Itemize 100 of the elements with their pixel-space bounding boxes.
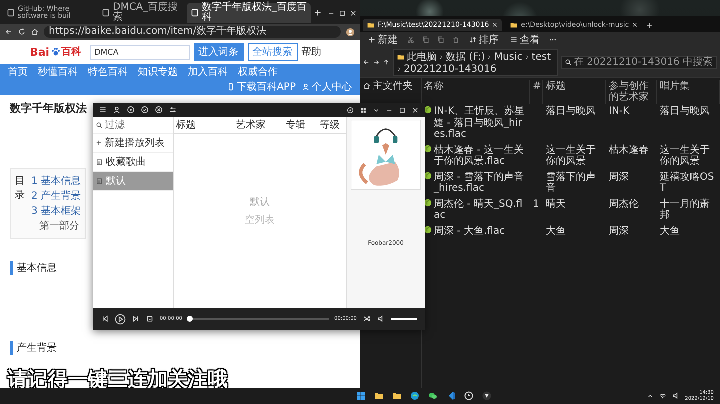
file-name[interactable]: 周深 - 雪落下的声音_hires.flac (434, 172, 528, 194)
stop-icon[interactable] (146, 315, 154, 323)
home-icon[interactable] (31, 28, 39, 36)
x-circle-icon[interactable] (155, 106, 163, 114)
table-cell-text: 枯木逢春 (608, 144, 650, 158)
search-field[interactable]: DMCA (90, 44, 190, 60)
page-icon (7, 9, 15, 17)
nav-link[interactable]: 知识专题 (138, 65, 178, 79)
close-icon[interactable] (492, 22, 498, 28)
start-icon[interactable] (356, 391, 366, 401)
toolbar-button[interactable]: 新建 (366, 33, 400, 47)
toolbar-button[interactable]: 排序 (467, 33, 501, 47)
column-header[interactable]: # (531, 80, 543, 104)
folder-icon (397, 53, 405, 61)
plus-icon[interactable] (646, 22, 654, 28)
phone-icon (227, 83, 236, 91)
chat-icon[interactable] (428, 391, 438, 401)
breadcrumb-link[interactable]: Music (494, 52, 523, 62)
column-header[interactable]: 唱片集 (658, 80, 720, 104)
contents-link[interactable]: 3 基本框架 (31, 204, 81, 218)
column-header[interactable]: 标题 (174, 117, 234, 133)
column-header[interactable]: 参与创作的艺术家 (607, 80, 657, 104)
breadcrumb-link[interactable]: 20221210-143016 (404, 64, 497, 75)
column-header[interactable]: 等级 (318, 117, 346, 133)
filter-field[interactable]: 过滤 (93, 117, 173, 134)
list-icon (96, 158, 103, 166)
nav-link[interactable]: 首页 (8, 65, 28, 79)
person-icon[interactable] (113, 106, 121, 114)
clock-icon[interactable] (464, 391, 474, 401)
disc-icon[interactable] (127, 106, 135, 114)
menu-icon[interactable] (99, 106, 107, 114)
play-icon[interactable] (115, 314, 126, 324)
browser-tab[interactable]: 数字千年版权法_百度百科 (187, 3, 311, 23)
nav-link[interactable]: 加入百科 (188, 65, 228, 79)
site-search-button[interactable]: 全站搜索 (248, 43, 298, 61)
copy-icon[interactable] (422, 36, 430, 44)
browser-icon[interactable] (410, 391, 420, 401)
table-cell-text: 大鱼 (545, 224, 567, 238)
contents-link[interactable]: 2 产生背景 (31, 189, 81, 203)
breadcrumb-link[interactable]: 数据 (F:) (446, 50, 486, 64)
shuffle-icon[interactable] (363, 315, 371, 323)
avatar-icon[interactable] (346, 28, 355, 36)
column-header[interactable]: 标题 (544, 80, 606, 104)
nav-link[interactable]: 权威合作 (238, 65, 278, 79)
contents-link[interactable]: 1 基本信息 (31, 174, 81, 188)
sliders-icon[interactable] (169, 106, 177, 114)
person-icon (302, 83, 310, 91)
trash-icon[interactable] (452, 36, 460, 44)
page-icon (191, 9, 199, 17)
contents-link[interactable]: 第一部分 (31, 219, 81, 233)
file-name[interactable]: 周深 - 大鱼.flac (434, 226, 506, 237)
address-field[interactable]: 此电脑 数据 (F:) Music test 20221210-143016 (393, 49, 558, 76)
plus-icon[interactable] (314, 9, 322, 17)
search-field[interactable]: 在 20221210-143016 中搜索 (560, 56, 717, 69)
close-icon[interactable] (412, 106, 419, 114)
speaker-icon[interactable] (377, 315, 385, 323)
column-header[interactable]: 艺术家 (234, 117, 284, 133)
new-playlist-item[interactable]: 新建播放列表 (93, 134, 173, 153)
next-icon[interactable] (132, 315, 140, 323)
previous-icon[interactable] (101, 315, 109, 323)
close-icon[interactable] (632, 22, 638, 28)
section-heading: 基本信息 (10, 261, 57, 275)
breadcrumb-link[interactable]: test (532, 52, 551, 62)
breadcrumb-link[interactable]: 此电脑 (407, 50, 437, 64)
nav-link[interactable]: 特色百科 (88, 65, 128, 79)
help-link[interactable]: 帮助 (302, 45, 322, 59)
file-name[interactable]: IN-K、王忻辰、苏星婕 - 落日与晚风_hires.flac (434, 106, 528, 140)
back-arrow-icon[interactable] (363, 59, 370, 66)
seek-thumb[interactable] (187, 316, 194, 322)
folder-icon[interactable] (392, 391, 402, 401)
up-arrow-icon[interactable] (383, 59, 390, 66)
grid-icon[interactable] (360, 106, 367, 114)
file-name[interactable]: 周杰伦 - 晴天_SQ.flac (434, 198, 528, 222)
check-circle-icon[interactable] (141, 106, 149, 114)
copy-icon[interactable] (437, 36, 445, 44)
toolbar-button[interactable]: 查看 (508, 33, 542, 47)
nav-link[interactable]: 下载百科APP (237, 80, 296, 94)
table-cell-text: 十一月的萧邦 (659, 198, 711, 223)
nav-link[interactable]: 个人中心 (312, 80, 352, 94)
column-header[interactable]: 专辑 (284, 117, 318, 133)
speaker-icon[interactable] (672, 392, 680, 400)
restore-icon[interactable] (399, 106, 406, 114)
close-icon[interactable] (350, 10, 357, 16)
forward-arrow-icon[interactable] (373, 59, 380, 66)
maximize-icon[interactable] (339, 10, 346, 16)
wifi-icon[interactable] (659, 392, 668, 400)
file-name[interactable]: 枯木逢春 - 这一生关于你的风景.flac (434, 144, 528, 168)
compass-icon[interactable] (347, 106, 354, 114)
chevron-up-icon[interactable] (647, 392, 654, 400)
folder-icon[interactable] (374, 391, 384, 401)
back-arrow-icon[interactable] (5, 28, 13, 36)
refresh-icon[interactable] (18, 28, 26, 36)
chevron-right-icon (397, 67, 402, 72)
table-cell-text: 周杰伦 (608, 198, 640, 212)
nav-link[interactable]: 秒懂百科 (38, 65, 78, 79)
enter-entry-button[interactable]: 进入词条 (194, 43, 244, 61)
sidebar-item[interactable]: 主文件夹 (360, 78, 421, 94)
page-title: 数字千年版权法 (10, 101, 87, 116)
browser-tab[interactable]: DMCA_百度搜索 (98, 3, 184, 23)
scissors-icon[interactable] (407, 36, 415, 44)
